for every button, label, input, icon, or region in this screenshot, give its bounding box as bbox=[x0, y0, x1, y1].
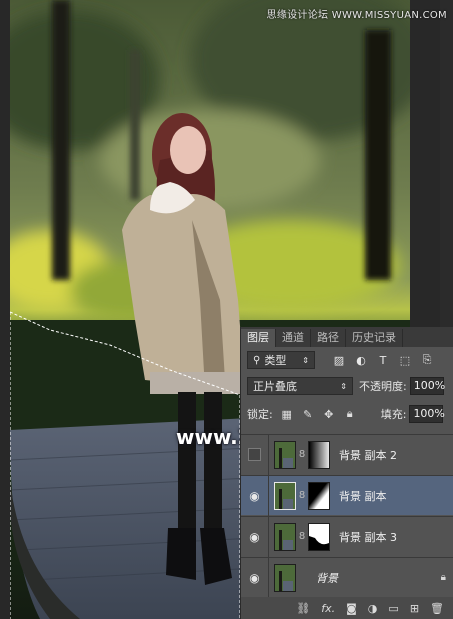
layer-name[interactable]: 背景 bbox=[316, 570, 338, 586]
chain-icon[interactable]: 8 bbox=[297, 531, 307, 542]
filter-type-icon[interactable]: T bbox=[375, 352, 391, 368]
layer-name[interactable]: 背景 副本 3 bbox=[339, 529, 397, 545]
filter-shape-icon[interactable]: ⬚ bbox=[397, 352, 413, 368]
filter-smartobject-icon[interactable]: ⎘ bbox=[419, 352, 435, 368]
fx-icon[interactable]: fx. bbox=[321, 602, 335, 615]
layer-row[interactable]: 8 背景 副本 2 bbox=[241, 434, 453, 475]
filter-adjustment-icon[interactable]: ◐ bbox=[353, 352, 369, 368]
visibility-toggle[interactable]: ◉ bbox=[241, 475, 269, 516]
filter-kind-label: 类型 bbox=[264, 354, 287, 367]
lock-position-icon[interactable]: ✥ bbox=[322, 407, 336, 421]
hidden-eye-icon bbox=[248, 448, 261, 461]
tab-layers[interactable]: 图层 bbox=[241, 329, 276, 347]
layers-panel: 图层 通道 路径 历史记录 ⚲ 类型 ⇕ ▨ ◐ T ⬚ ⎘ 正片叠底 ⇕ 不透… bbox=[240, 327, 453, 619]
layer-row[interactable]: ◉ 背景 🔒︎ bbox=[241, 557, 453, 598]
blend-mode-dropdown[interactable]: 正片叠底 ⇕ bbox=[247, 377, 353, 395]
filter-row: ⚲ 类型 ⇕ ▨ ◐ T ⬚ ⎘ bbox=[241, 349, 453, 371]
lock-transparent-icon[interactable]: ▦ bbox=[280, 407, 294, 421]
trash-icon[interactable]: 🗑︎ bbox=[430, 602, 444, 615]
add-mask-icon[interactable]: ◙ bbox=[346, 602, 357, 615]
adjustment-icon[interactable]: ◑ bbox=[368, 602, 378, 615]
visibility-toggle[interactable]: ◉ bbox=[241, 516, 269, 557]
layer-thumbnail bbox=[274, 522, 296, 551]
chevron-updown-icon: ⇕ bbox=[302, 355, 309, 365]
visibility-toggle[interactable]: ◉ bbox=[241, 557, 269, 598]
group-icon[interactable]: ▭ bbox=[388, 602, 398, 615]
chain-icon[interactable]: 8 bbox=[297, 490, 307, 501]
layer-thumbnail bbox=[274, 481, 296, 510]
watermark-top: 思缘设计论坛 WWW.MISSYUAN.COM bbox=[266, 10, 447, 21]
fill-label: 填充: bbox=[380, 408, 407, 421]
opacity-field[interactable]: 100% bbox=[409, 377, 445, 395]
tab-channels[interactable]: 通道 bbox=[276, 329, 311, 347]
layer-mask-thumbnail[interactable] bbox=[308, 440, 330, 469]
layer-mask-thumbnail[interactable] bbox=[308, 522, 330, 551]
fill-field[interactable]: 100% bbox=[409, 405, 445, 423]
lock-label: 锁定: bbox=[247, 408, 273, 421]
opacity-label: 不透明度: bbox=[359, 380, 407, 393]
eye-icon: ◉ bbox=[249, 570, 260, 585]
lock-row: 锁定: ▦ ✎ ✥ 🔒︎ 填充: 100% bbox=[241, 403, 453, 425]
layer-name[interactable]: 背景 副本 bbox=[339, 488, 387, 504]
link-icon[interactable]: ⛓ bbox=[296, 602, 310, 615]
layer-row[interactable]: ◉ 8 背景 副本 3 bbox=[241, 516, 453, 557]
layer-mask-thumbnail[interactable] bbox=[308, 481, 330, 510]
eye-icon: ◉ bbox=[249, 529, 260, 544]
layer-row-selected[interactable]: ◉ 8 背景 副本 bbox=[241, 475, 453, 516]
layer-thumbnail bbox=[274, 563, 296, 592]
panel-tabs: 图层 通道 路径 历史记录 bbox=[241, 327, 453, 347]
panel-footer: ⛓ fx. ◙ ◑ ▭ ⊞ 🗑︎ bbox=[241, 597, 453, 619]
lock-image-icon[interactable]: ✎ bbox=[301, 407, 315, 421]
layer-name[interactable]: 背景 副本 2 bbox=[339, 447, 397, 463]
lock-all-icon[interactable]: 🔒︎ bbox=[343, 407, 357, 421]
search-icon: ⚲ bbox=[253, 354, 261, 366]
visibility-toggle[interactable] bbox=[241, 434, 269, 475]
filter-kind-dropdown[interactable]: ⚲ 类型 ⇕ bbox=[247, 351, 315, 369]
blend-mode-value: 正片叠底 bbox=[253, 380, 297, 393]
chain-icon[interactable]: 8 bbox=[297, 449, 307, 460]
filter-pixel-icon[interactable]: ▨ bbox=[331, 352, 347, 368]
chevron-updown-icon: ⇕ bbox=[340, 381, 347, 391]
new-layer-icon[interactable]: ⊞ bbox=[410, 602, 419, 615]
layer-thumbnail bbox=[274, 440, 296, 469]
eye-icon: ◉ bbox=[249, 488, 260, 503]
blend-row: 正片叠底 ⇕ 不透明度: 100% bbox=[241, 375, 453, 397]
tab-paths[interactable]: 路径 bbox=[311, 329, 346, 347]
lock-icon: 🔒︎ bbox=[440, 572, 446, 583]
tab-history[interactable]: 历史记录 bbox=[346, 329, 403, 347]
